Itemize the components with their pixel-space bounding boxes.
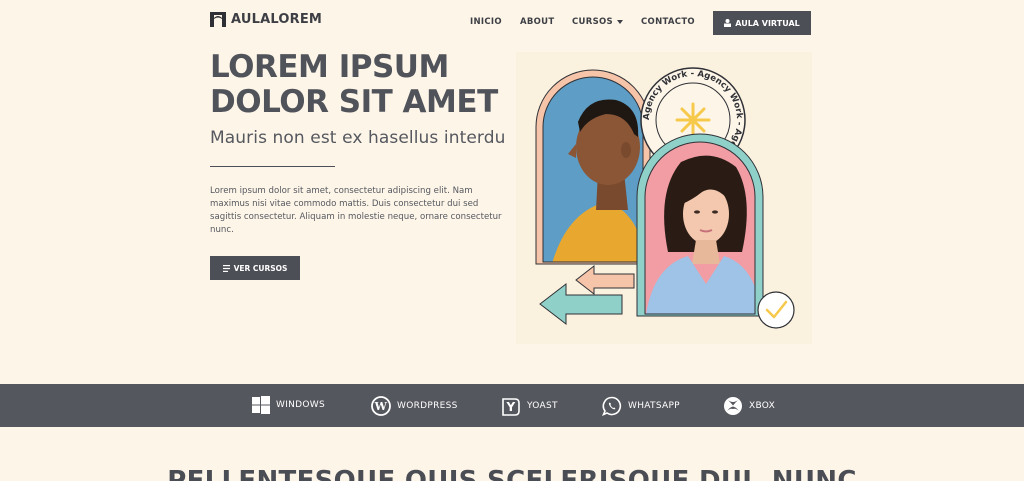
whatsapp-icon (602, 396, 622, 416)
nav-about[interactable]: ABOUT (520, 17, 554, 27)
man-photo (543, 77, 643, 262)
hero-subtitle: Mauris non est ex hasellus interdu (210, 128, 506, 148)
asterisk-icon (675, 102, 711, 138)
aula-virtual-label: AULA VIRTUAL (735, 18, 800, 28)
logo-icon (210, 12, 226, 27)
ver-cursos-button[interactable]: VER CURSOS (210, 256, 300, 280)
check-icon (757, 291, 795, 329)
chevron-down-icon (616, 20, 623, 24)
yoast-icon: y (502, 398, 520, 416)
arrow-left-icon (575, 264, 635, 296)
nav-cursos-label: CURSOS (572, 17, 613, 27)
nav-contacto[interactable]: CONTACTO (641, 17, 695, 27)
aula-virtual-button[interactable]: AULA VIRTUAL (713, 11, 811, 35)
user-icon (724, 19, 732, 27)
hero-body-text: Lorem ipsum dolor sit amet, consectetur … (210, 186, 502, 235)
site-header: AULALOREM INICIO ABOUT CURSOS CONTACTO A… (0, 0, 1024, 46)
svg-text:W: W (374, 400, 388, 413)
nav-inicio[interactable]: INICIO (470, 17, 502, 27)
svg-text:y: y (506, 400, 516, 414)
wordpress-icon: W (371, 396, 391, 416)
logo[interactable]: AULALOREM (210, 12, 322, 27)
brand-windows: WINDOWS (252, 396, 325, 414)
brand-xbox: XBOX (723, 396, 775, 416)
section-heading: PELLENTESQUE QUIS SCELERISQUE DUI, NUNC (167, 466, 857, 481)
logo-text: AULALOREM (231, 12, 323, 27)
brand-label: WINDOWS (276, 400, 326, 410)
brand-label: WHATSAPP (628, 401, 680, 411)
divider (210, 166, 335, 167)
brand-label: XBOX (749, 401, 776, 411)
arrow-left-icon (539, 282, 623, 326)
brand-wordpress: W WORDPRESS (371, 396, 458, 416)
hero-illustration: Agency Work - Agency Work - Agency Work … (516, 52, 812, 344)
brand-label: WORDPRESS (397, 401, 458, 411)
list-icon (222, 264, 230, 272)
brand-label: YOAST (527, 401, 558, 411)
brand-bar: WINDOWS W WORDPRESS y YOAST WHATSAPP XBO… (0, 384, 1024, 427)
brand-whatsapp: WHATSAPP (602, 396, 680, 416)
hero-title: LOREM IPSUM DOLOR SIT AMET (210, 49, 498, 120)
hero-artwork: Agency Work - Agency Work - Agency Work … (535, 67, 795, 329)
nav-cursos[interactable]: CURSOS (572, 17, 623, 27)
ver-cursos-label: VER CURSOS (233, 263, 288, 273)
windows-icon (252, 396, 270, 414)
brand-yoast: y YOAST (501, 396, 558, 416)
xbox-icon (724, 397, 742, 415)
